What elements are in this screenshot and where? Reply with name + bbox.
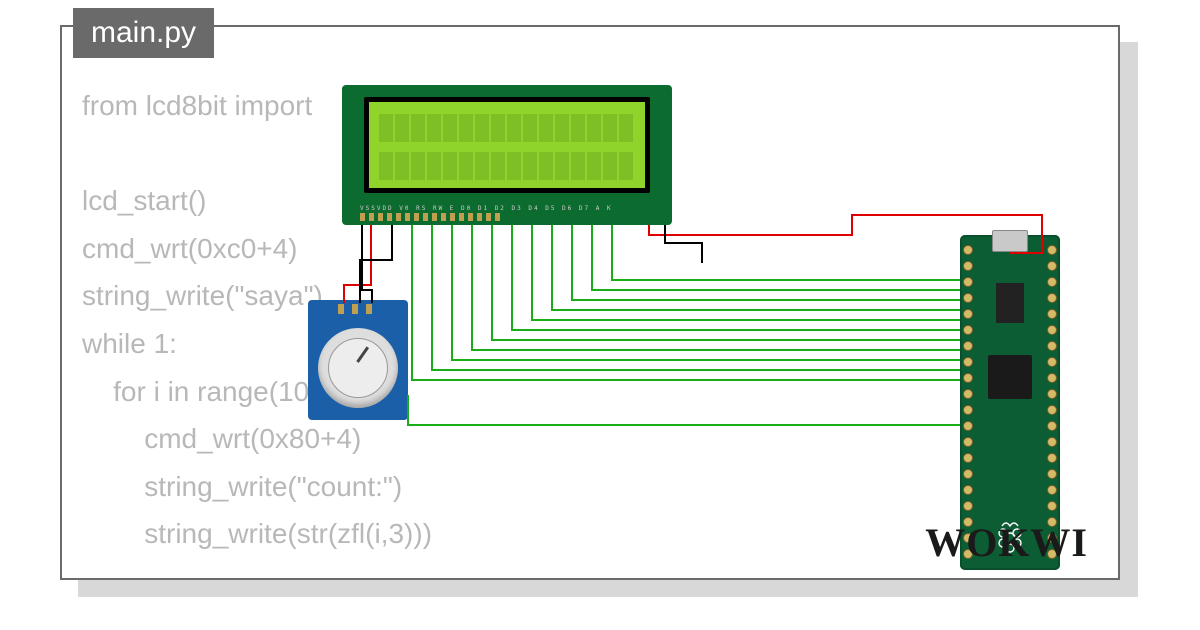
pot-knob[interactable] [328,338,388,398]
lcd-pin-row [360,213,500,221]
potentiometer-module[interactable] [308,300,408,420]
pico-rp2040-chip [988,355,1032,399]
lcd-pin-labels: VSSVDD V0 RS RW E D0 D1 D2 D3 D4 D5 D6 D… [360,205,613,212]
pico-pins-right [1047,245,1057,559]
pico-pins-left [963,245,973,559]
wokwi-logo: WOKWI [925,519,1088,566]
file-tab[interactable]: main.py [73,8,214,58]
pico-flash-chip [996,283,1024,323]
pico-usb-port [992,230,1028,252]
circuit-diagram[interactable]: VSSVDD V0 RS RW E D0 D1 D2 D3 D4 D5 D6 D… [292,85,1072,555]
lcd-module[interactable]: VSSVDD V0 RS RW E D0 D1 D2 D3 D4 D5 D6 D… [342,85,672,225]
lcd-screen [364,97,650,193]
lcd-row-1 [379,114,633,142]
lcd-row-2 [379,152,633,180]
pot-pins [338,304,372,314]
preview-card: from lcd8bit import lcd_start() cmd_wrt(… [60,25,1120,580]
